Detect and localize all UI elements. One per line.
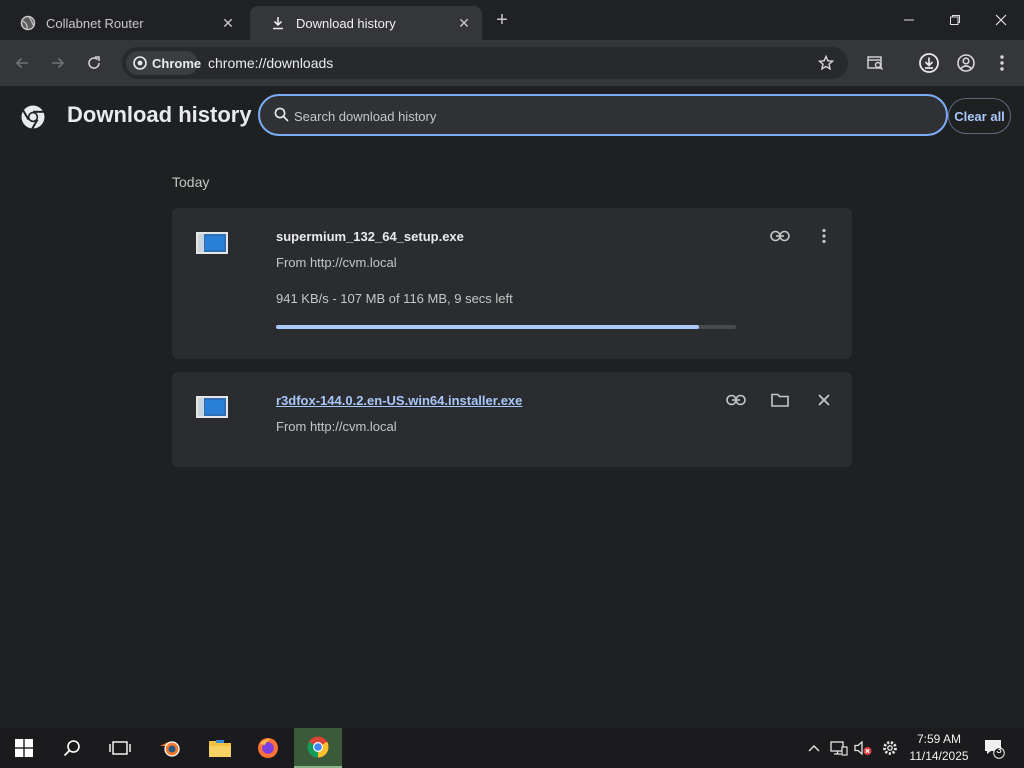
- menu-kebab-icon[interactable]: [990, 51, 1014, 75]
- task-view-icon[interactable]: [96, 728, 144, 768]
- download-status: 941 KB/s - 107 MB of 116 MB, 9 secs left: [276, 291, 513, 306]
- firefox-icon[interactable]: [244, 728, 292, 768]
- restore-button[interactable]: [932, 0, 978, 40]
- search-icon[interactable]: [48, 728, 96, 768]
- browser-toolbar: Chrome chrome://downloads: [0, 40, 1024, 86]
- windows-taskbar: 7:59 AM 11/14/2025 3: [0, 728, 1024, 768]
- forward-button[interactable]: [46, 51, 70, 75]
- settings-gear-icon[interactable]: [880, 738, 900, 758]
- tab-search-icon[interactable]: [864, 51, 888, 75]
- chrome-logo-icon: [20, 104, 46, 135]
- show-in-folder-icon[interactable]: [768, 388, 792, 412]
- address-bar[interactable]: Chrome chrome://downloads: [122, 47, 848, 79]
- page-title: Download history: [67, 102, 252, 127]
- copy-link-icon[interactable]: [724, 388, 748, 412]
- action-center-icon[interactable]: 3: [982, 736, 1006, 760]
- tab-strip: Collabnet Router ✕ Download history ✕ +: [0, 0, 1024, 40]
- exe-file-icon: [196, 232, 228, 254]
- download-progress-fill: [276, 325, 700, 329]
- minimize-button[interactable]: [886, 0, 932, 40]
- chrome-taskbar-icon[interactable]: [294, 728, 342, 768]
- chrome-icon: [133, 56, 147, 70]
- download-item: r3dfox-144.0.2.en-US.win64.installer.exe…: [172, 372, 852, 467]
- clock-date: 11/14/2025: [909, 749, 969, 763]
- globe-icon: [20, 15, 36, 31]
- reload-button[interactable]: [82, 51, 106, 75]
- download-filename: supermium_132_64_setup.exe: [276, 229, 464, 244]
- show-hidden-icons-chevron-icon[interactable]: [804, 738, 824, 758]
- section-heading-today: Today: [172, 174, 210, 190]
- exe-file-icon: [196, 396, 228, 418]
- chrome-chip[interactable]: Chrome: [126, 51, 202, 75]
- search-icon: [274, 107, 289, 127]
- url-text[interactable]: chrome://downloads: [208, 55, 333, 71]
- file-explorer-icon[interactable]: [196, 728, 244, 768]
- bookmark-star-icon[interactable]: [814, 51, 838, 75]
- start-button-windows-icon[interactable]: [0, 728, 48, 768]
- close-tab-icon[interactable]: ✕: [220, 15, 236, 31]
- downloads-page: Download history Clear all Today supermi…: [0, 86, 1024, 728]
- system-clock[interactable]: 7:59 AM 11/14/2025: [906, 731, 972, 765]
- back-button[interactable]: [10, 51, 34, 75]
- download-icon: [270, 15, 286, 31]
- clear-all-button[interactable]: Clear all: [948, 98, 1011, 134]
- search-input[interactable]: [294, 106, 914, 126]
- new-tab-button[interactable]: +: [490, 10, 514, 30]
- tab-title: Collabnet Router: [46, 15, 144, 31]
- search-box[interactable]: [258, 94, 948, 136]
- clock-time: 7:59 AM: [916, 732, 962, 746]
- download-progress-bar: [276, 325, 736, 329]
- notification-count-badge: 3: [996, 745, 1002, 756]
- copy-link-icon[interactable]: [768, 224, 792, 248]
- more-options-icon[interactable]: [812, 224, 836, 248]
- download-item: supermium_132_64_setup.exe From http://c…: [172, 208, 852, 359]
- remove-close-icon[interactable]: [812, 388, 836, 412]
- blender-icon[interactable]: [146, 728, 194, 768]
- tab-collabnet-router[interactable]: Collabnet Router ✕: [0, 6, 246, 40]
- chip-label: Chrome: [152, 55, 202, 71]
- tab-title: Download history: [296, 15, 396, 31]
- download-source: From http://cvm.local: [276, 419, 397, 434]
- close-window-button[interactable]: [978, 0, 1024, 40]
- close-tab-icon[interactable]: ✕: [456, 15, 472, 31]
- download-filename-link[interactable]: r3dfox-144.0.2.en-US.win64.installer.exe: [276, 393, 522, 408]
- profile-icon[interactable]: [954, 51, 978, 75]
- volume-muted-icon[interactable]: [853, 738, 873, 758]
- download-source: From http://cvm.local: [276, 255, 397, 270]
- tab-download-history[interactable]: Download history ✕: [250, 6, 482, 40]
- downloads-icon[interactable]: [917, 51, 941, 75]
- network-icon[interactable]: [829, 738, 849, 758]
